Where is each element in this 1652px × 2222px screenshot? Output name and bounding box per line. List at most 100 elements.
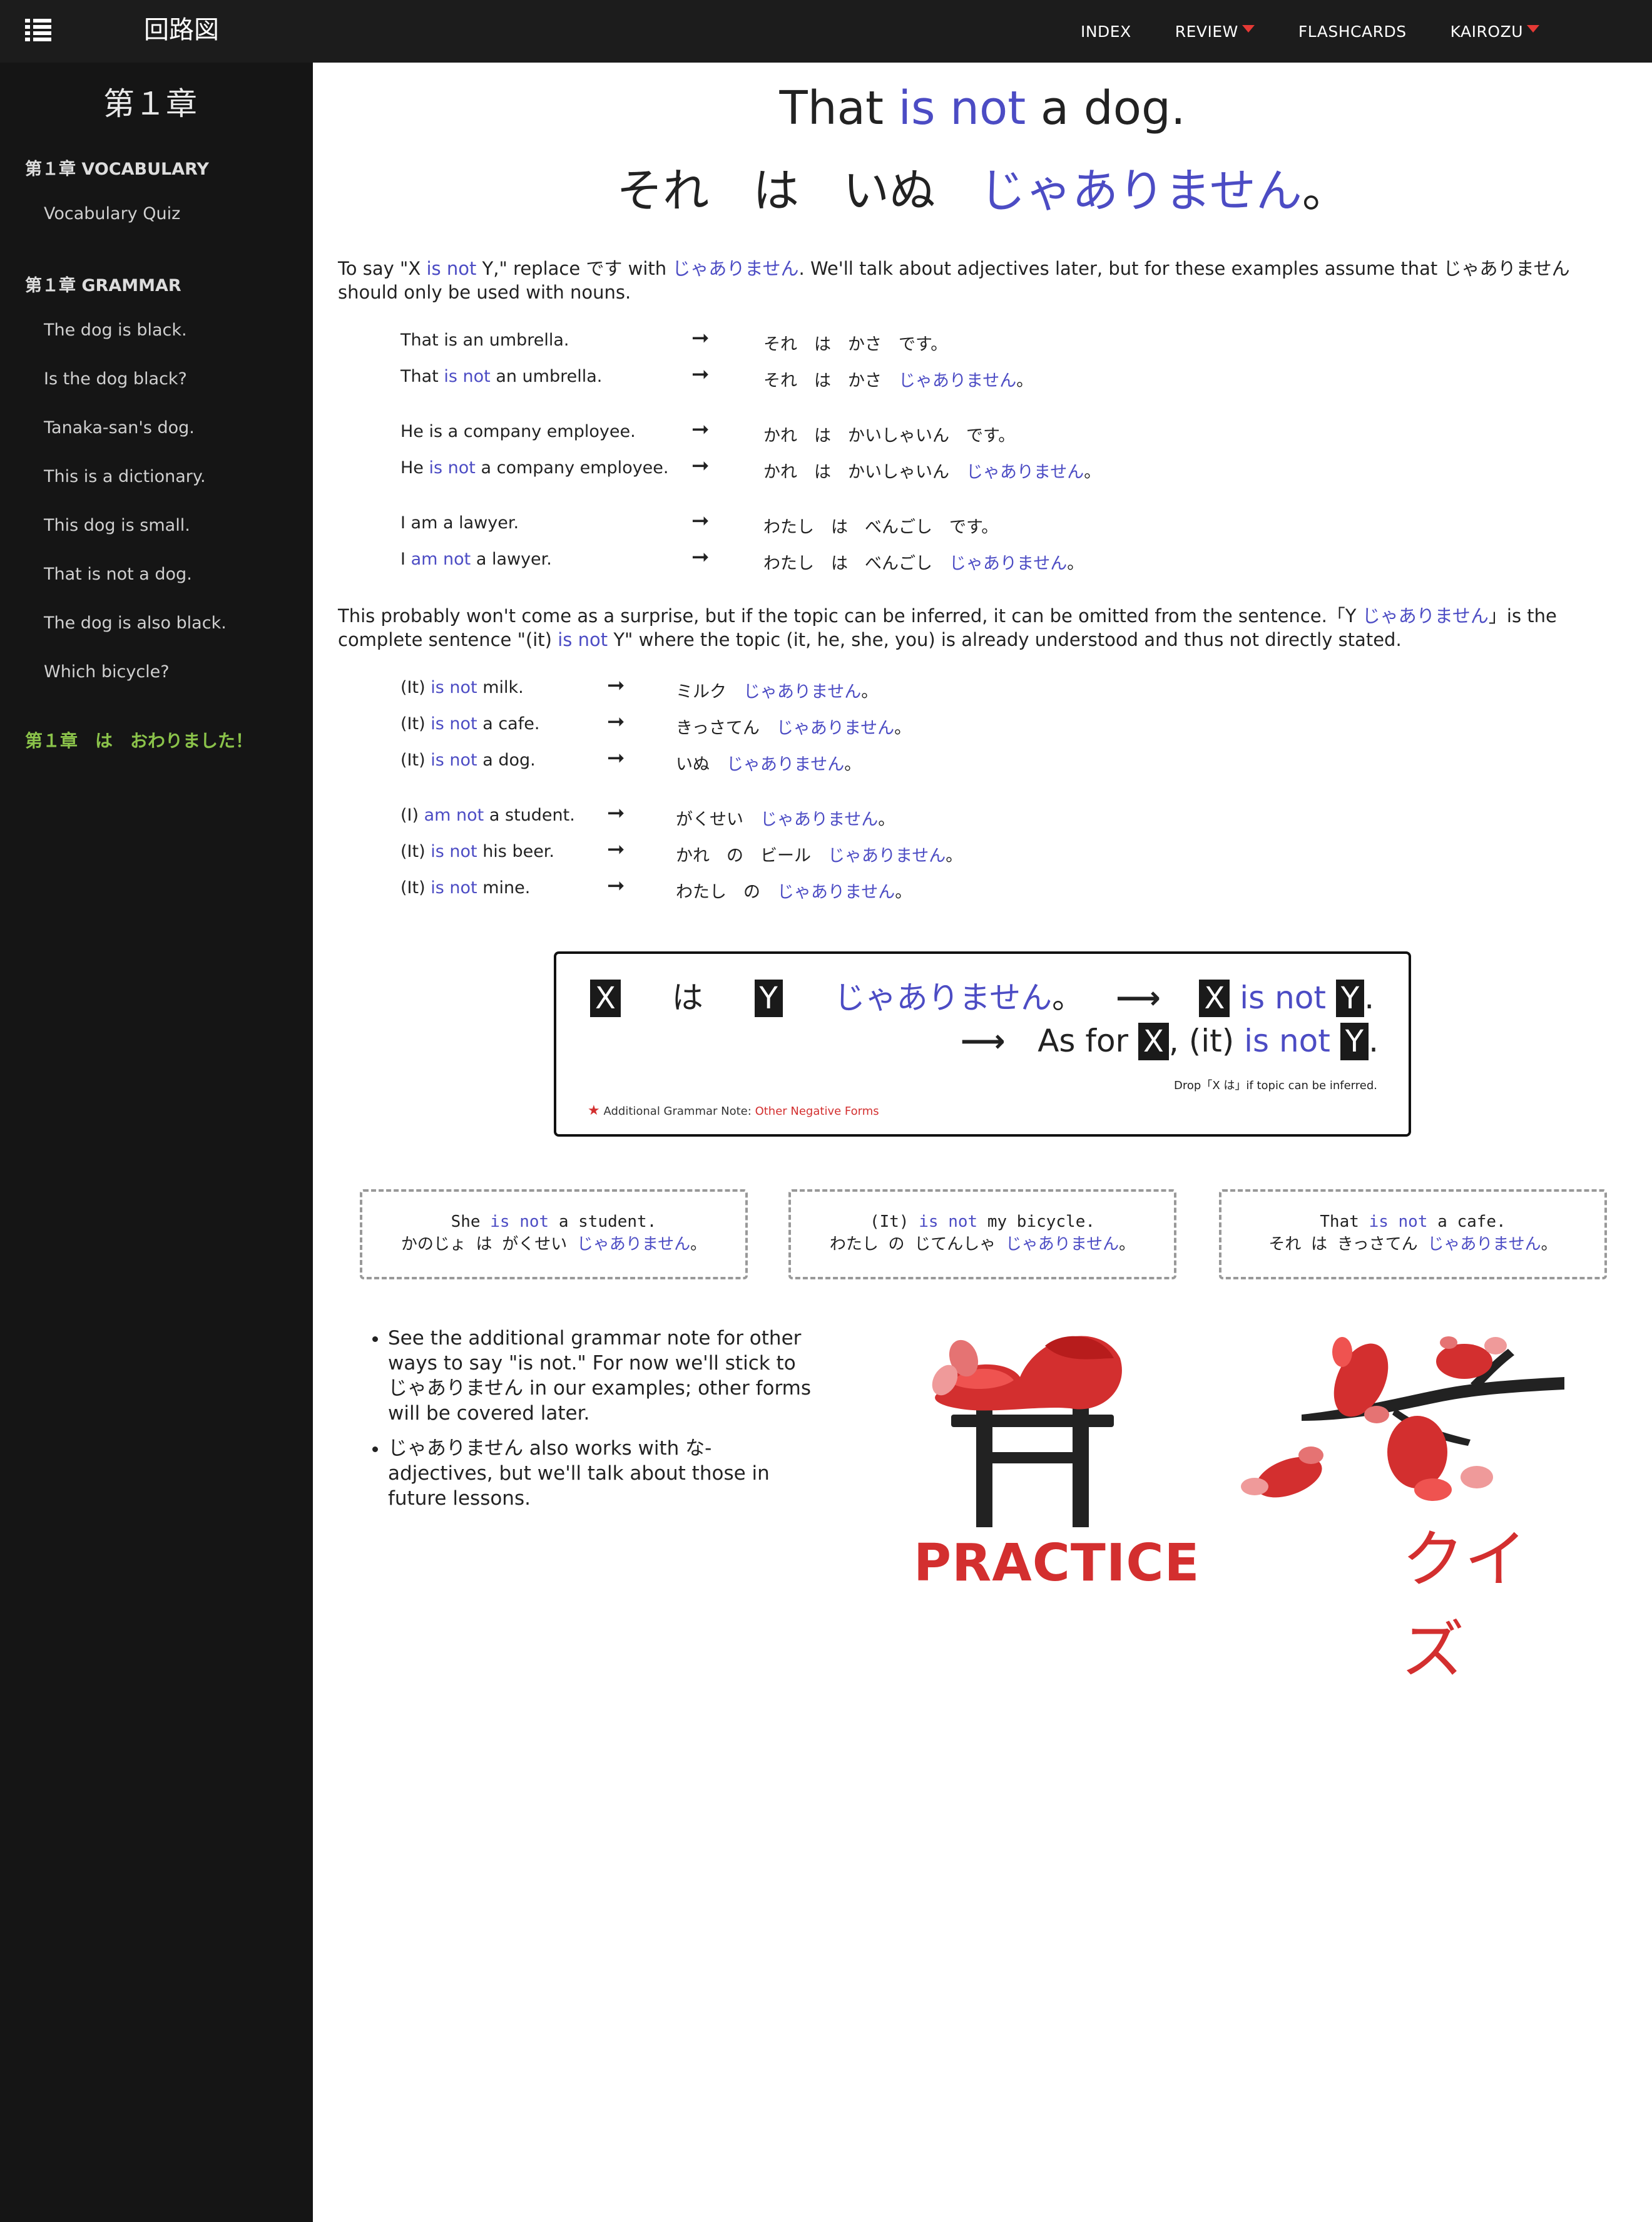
- example-en-text: a cafe.: [482, 714, 540, 734]
- eb-text: それ は きっさてん: [1268, 1235, 1418, 1254]
- eb-text: (It): [869, 1212, 909, 1231]
- example-jp-text: かれ は かいしゃいん: [763, 463, 949, 482]
- example-en-highlight: is not: [431, 750, 477, 770]
- example-jp-text: かれ は かいしゃいん です。: [763, 426, 1007, 446]
- example-en: He is a company employee.: [400, 422, 636, 441]
- sidebar-item-grammar[interactable]: This dog is small.: [44, 516, 190, 535]
- arrow-right-icon: ➞: [691, 362, 710, 387]
- torii-gate-icon: [932, 1336, 1122, 1527]
- example-en: I am not a lawyer.: [400, 550, 552, 569]
- example-jp-text: いぬ: [676, 755, 710, 774]
- example-row: He is a company employee. ➞ かれ は かいしゃいん で…: [313, 417, 1564, 447]
- example-row: (It) is not milk. ➞ ミルク じゃありません。: [313, 673, 1564, 703]
- nav-review-label: REVIEW: [1175, 22, 1238, 41]
- example-en: That is an umbrella.: [400, 330, 569, 350]
- eb-text: That: [1320, 1212, 1359, 1231]
- example-jp-highlight: じゃありません: [760, 810, 879, 829]
- example-jp: それ は かさ です。: [763, 330, 956, 355]
- example-jp: わたし は べんごし じゃありません。: [763, 550, 1084, 574]
- grammar-period: .: [1364, 980, 1375, 1016]
- example-en-highlight: is not: [431, 842, 477, 861]
- example-jp-end: 。: [946, 846, 963, 866]
- notes-list: See the additional grammar note for othe…: [388, 1326, 813, 1521]
- sidebar-item-grammar[interactable]: Which bicycle?: [44, 662, 170, 682]
- grammar-rule-line-2: ⟶ As for X, (it) is not Y.: [961, 1023, 1379, 1060]
- example-en-text: I am a lawyer.: [400, 513, 519, 533]
- caret-down-icon: [1527, 25, 1539, 33]
- grammar-heading: 第１章 GRAMMAR: [25, 276, 181, 295]
- grammar-is-not: is not: [1244, 1023, 1330, 1059]
- example-en-text: (It): [400, 678, 426, 697]
- eb-text: a cafe.: [1437, 1212, 1506, 1231]
- sidebar-toggle-icon[interactable]: [25, 19, 51, 41]
- eb-highlight: じゃありません: [1005, 1235, 1119, 1254]
- example-jp-end: 。: [844, 755, 862, 774]
- example-jp-end: 。: [1016, 371, 1034, 391]
- arrow-right-icon: ⟶: [960, 1023, 1006, 1059]
- chapter-complete-link[interactable]: 第１章 は おわりました！: [25, 727, 253, 752]
- example-en: (It) is not mine.: [400, 878, 530, 898]
- sidebar-item-grammar[interactable]: The dog is also black.: [44, 613, 227, 633]
- intro-highlight: じゃありません: [672, 258, 799, 279]
- sidebar-item-grammar[interactable]: The dog is black.: [44, 320, 187, 340]
- example-en-text: (It): [400, 750, 426, 770]
- main-content: That is not a dog. それはいぬ じゃありません。 To say …: [313, 63, 1652, 2222]
- drop-topic-note: Drop「X は」if topic can be inferred.: [1174, 1079, 1377, 1092]
- arrow-right-icon: ➞: [607, 873, 625, 898]
- sidebar-item-grammar[interactable]: Tanaka-san's dog.: [44, 418, 195, 438]
- para-text: This probably won't come as a surprise, …: [338, 605, 1357, 627]
- practice-button[interactable]: PRACTICE: [914, 1321, 1200, 1596]
- intro-text: Y," replace です with: [482, 258, 667, 279]
- example-en-text: (I): [400, 806, 419, 825]
- sidebar-item-vocab-quiz[interactable]: Vocabulary Quiz: [44, 204, 180, 223]
- example-jp-text: ミルク: [676, 682, 727, 702]
- example-jp-text: わたし は べんごし です。: [763, 518, 990, 537]
- example-box: (It) is not my bicycle. わたし の じてんしゃ じゃあり…: [788, 1189, 1176, 1279]
- nav-index[interactable]: INDEX: [1081, 23, 1131, 41]
- grammar-maru: 。: [1052, 980, 1084, 1016]
- other-negative-forms-link[interactable]: Other Negative Forms: [755, 1105, 879, 1118]
- note-label: Additional Grammar Note:: [603, 1105, 752, 1118]
- nav-flashcards[interactable]: FLASHCARDS: [1298, 23, 1407, 41]
- example-jp: いぬ じゃありません。: [676, 750, 861, 775]
- example-box-en: She is not a student.: [362, 1211, 745, 1233]
- note-item: じゃありません also works with な-adjectives, bu…: [388, 1436, 813, 1511]
- example-row: (I) am not a student. ➞ がくせい じゃありません。: [313, 801, 1564, 831]
- additional-grammar-note: ★ Additional Grammar Note: Other Negativ…: [588, 1103, 879, 1119]
- arrow-right-icon: ➞: [607, 673, 625, 698]
- example-en: (I) am not a student.: [400, 806, 575, 825]
- title-jp-highlight: じゃありません: [979, 164, 1302, 218]
- quiz-button[interactable]: クイズ: [1233, 1321, 1583, 1687]
- nav-review[interactable]: REVIEW: [1175, 23, 1255, 41]
- example-en-text: a lawyer.: [476, 550, 552, 569]
- example-en: (It) is not a dog.: [400, 750, 536, 770]
- example-en-highlight: is not: [431, 714, 477, 734]
- sidebar-item-grammar-active[interactable]: That is not a dog.: [44, 565, 192, 584]
- example-en-text: mine.: [482, 878, 531, 898]
- grammar-y-tag: Y: [754, 980, 783, 1017]
- example-jp-highlight: じゃありません: [828, 846, 946, 866]
- nav-kairozu[interactable]: KAIROZU: [1451, 23, 1539, 41]
- arrow-right-icon: ➞: [691, 453, 710, 478]
- eb-text: my bicycle.: [987, 1212, 1096, 1231]
- sidebar-item-grammar[interactable]: Is the dog black?: [44, 369, 187, 389]
- example-jp: それ は かさ じゃありません。: [763, 367, 1033, 391]
- grammar-as-for: As for: [1038, 1023, 1129, 1059]
- eb-highlight: is not: [919, 1212, 978, 1231]
- nav-kairozu-label: KAIROZU: [1450, 22, 1523, 41]
- title-en-post: a dog.: [1040, 81, 1186, 135]
- example-en-highlight: is not: [431, 678, 477, 697]
- site-logo[interactable]: 回路図: [144, 11, 219, 49]
- example-jp-highlight: じゃありません: [777, 883, 895, 902]
- quiz-label: クイズ: [1402, 1523, 1527, 1687]
- example-row: (It) is not his beer. ➞ かれ の ビール じゃありません。: [313, 837, 1564, 867]
- grammar-it: , (it): [1168, 1023, 1235, 1059]
- example-row: (It) is not mine. ➞ わたし の じゃありません。: [313, 873, 1564, 903]
- example-jp-highlight: じゃありません: [743, 682, 862, 702]
- sidebar-item-grammar[interactable]: This is a dictionary.: [44, 467, 206, 486]
- example-jp-end: 。: [894, 719, 912, 738]
- intro-highlight: is not: [426, 258, 477, 279]
- grammar-x-tag: X: [1199, 980, 1230, 1017]
- grammar-rule-line-1: X は Y じゃありません。 ⟶ X is not Y.: [590, 973, 1374, 1018]
- example-en-text: He is a company employee.: [400, 422, 636, 441]
